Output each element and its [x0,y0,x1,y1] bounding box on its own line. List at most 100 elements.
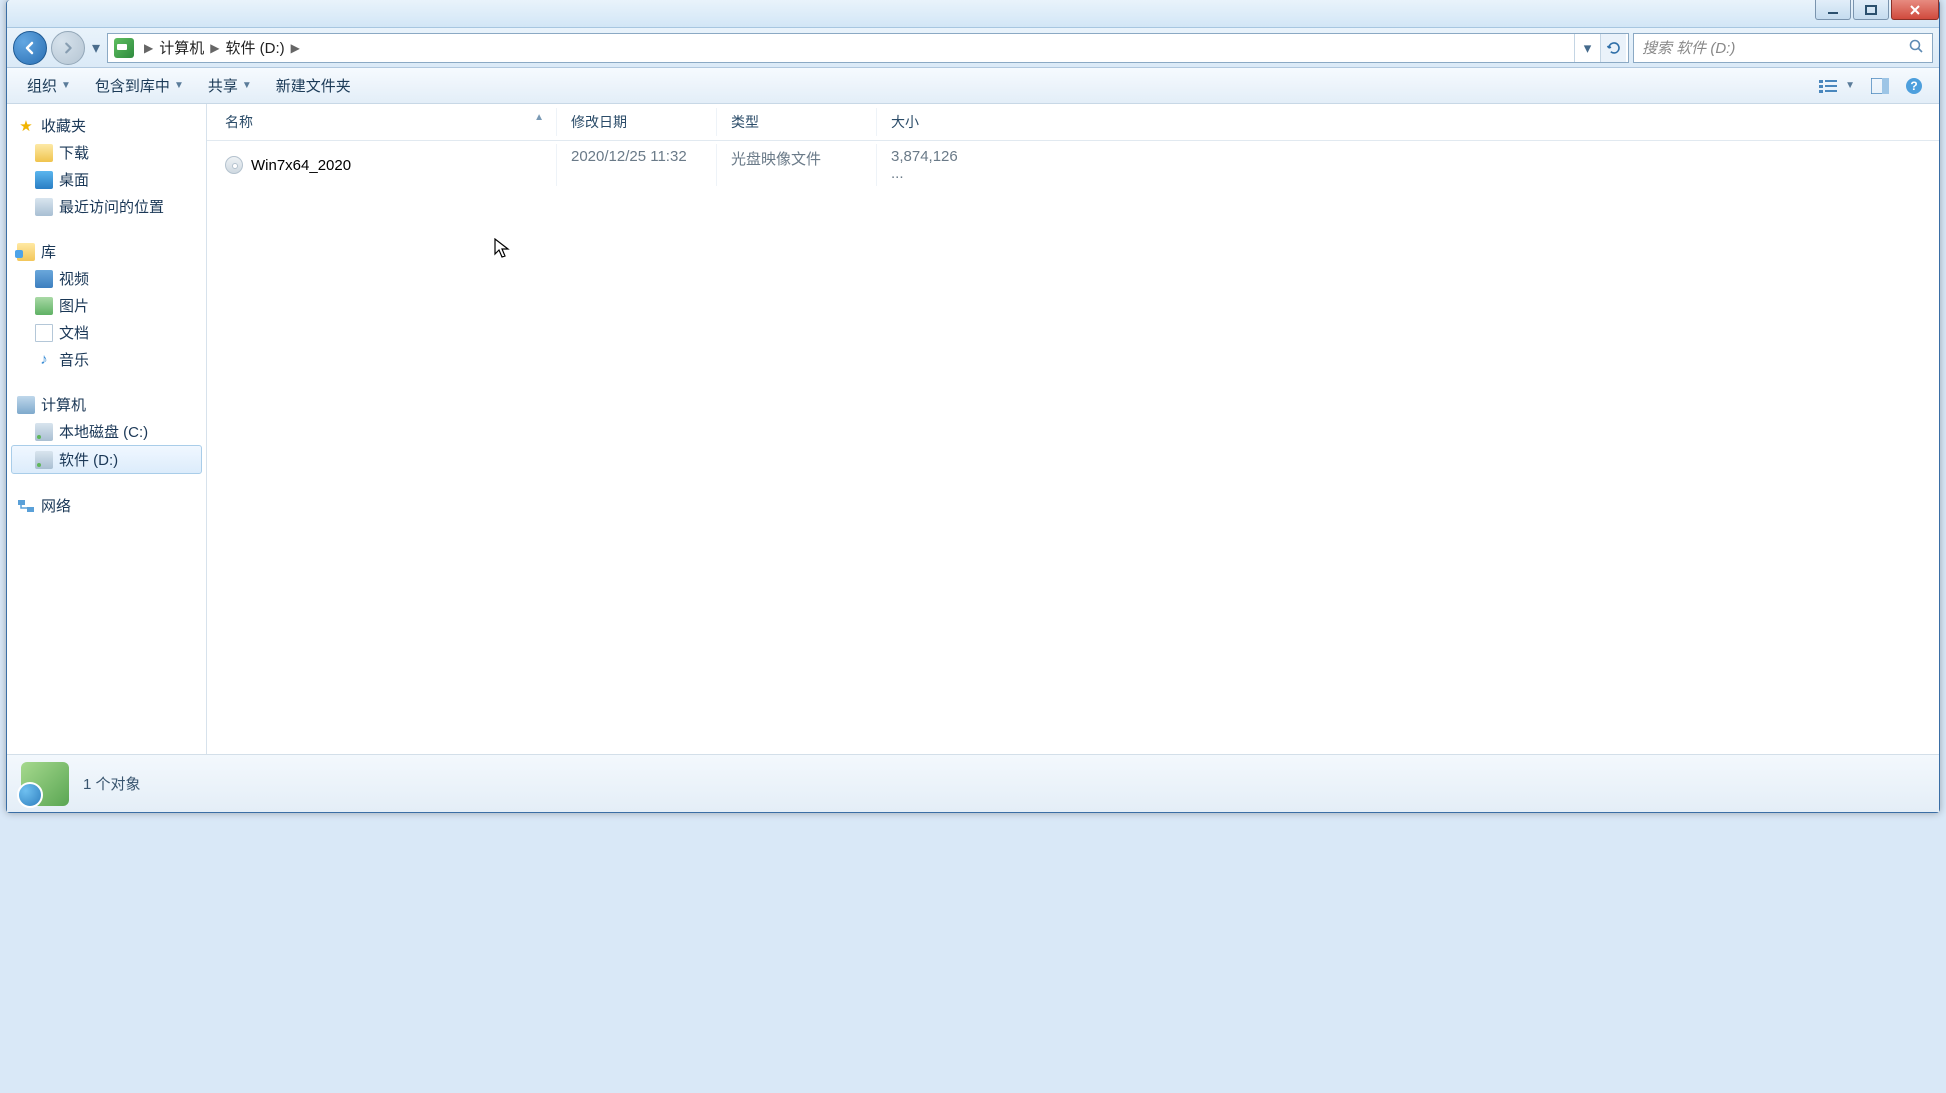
sidebar-label: 文档 [59,322,89,343]
status-bar: 1 个对象 [7,754,1939,812]
include-label: 包含到库中 [95,75,170,96]
sidebar-desktop[interactable]: 桌面 [11,166,202,193]
sidebar-documents[interactable]: 文档 [11,319,202,346]
chevron-down-icon: ▼ [1845,80,1855,91]
column-label: 大小 [891,114,919,130]
sidebar-downloads[interactable]: 下载 [11,139,202,166]
document-icon [35,324,53,342]
column-header-date[interactable]: 修改日期 [557,108,717,136]
address-dropdown-icon[interactable]: ▾ [1574,34,1600,62]
forward-button[interactable] [51,31,85,65]
star-icon: ★ [17,117,35,135]
breadcrumb-separator-icon[interactable]: ▶ [204,41,225,55]
close-button[interactable] [1891,0,1939,20]
music-icon: ♪ [35,351,53,369]
include-in-library-button[interactable]: 包含到库中 ▼ [85,71,194,100]
refresh-button[interactable] [1600,34,1626,62]
organize-button[interactable]: 组织 ▼ [17,71,81,100]
sidebar-network[interactable]: 网络 [11,492,202,519]
computer-icon [17,396,35,414]
sidebar-label: 图片 [59,295,89,316]
sidebar-label: 库 [41,241,56,262]
sidebar-recent[interactable]: 最近访问的位置 [11,193,202,220]
sidebar-pictures[interactable]: 图片 [11,292,202,319]
sidebar-computer[interactable]: 计算机 [11,391,202,418]
column-label: 名称 [225,114,253,130]
drive-icon [114,38,134,58]
toolbar: 组织 ▼ 包含到库中 ▼ 共享 ▼ 新建文件夹 ▼ ? [7,68,1939,104]
share-button[interactable]: 共享 ▼ [198,71,262,100]
sidebar-videos[interactable]: 视频 [11,265,202,292]
column-label: 修改日期 [571,114,627,130]
window-controls [1813,0,1939,20]
network-icon [17,497,35,515]
sidebar: ★ 收藏夹 下载 桌面 最近访问的位置 [7,104,207,754]
sidebar-label: 音乐 [59,349,89,370]
sidebar-label: 网络 [41,495,71,516]
mouse-cursor-icon [494,238,512,266]
sidebar-label: 桌面 [59,169,89,190]
preview-pane-button[interactable] [1865,74,1895,98]
file-date: 2020/12/25 11:32 [557,144,717,186]
chevron-down-icon: ▼ [242,80,252,91]
sidebar-label: 本地磁盘 (C:) [59,421,148,442]
new-folder-button[interactable]: 新建文件夹 [266,71,361,100]
breadcrumb-separator-icon: ▶ [138,41,159,55]
chevron-down-icon: ▼ [61,80,71,91]
column-headers: 名称 ▲ 修改日期 类型 大小 [207,104,1939,141]
sidebar-music[interactable]: ♪ 音乐 [11,346,202,373]
sidebar-label: 最近访问的位置 [59,196,164,217]
column-header-name[interactable]: 名称 ▲ [207,108,557,136]
recent-icon [35,198,53,216]
sidebar-label: 软件 (D:) [59,449,118,470]
drive-icon [35,451,53,469]
explorer-window: ▾ ▶ 计算机 ▶ 软件 (D:) ▶ ▾ 搜索 软件 (D:) 组织 ▼ [6,0,1940,813]
search-icon [1908,38,1924,58]
file-type: 光盘映像文件 [717,144,877,186]
search-input[interactable]: 搜索 软件 (D:) [1633,33,1933,63]
sort-asc-icon: ▲ [534,112,544,123]
svg-text:?: ? [1910,79,1917,93]
column-header-type[interactable]: 类型 [717,108,877,136]
chevron-down-icon: ▼ [174,80,184,91]
file-row[interactable]: Win7x64_2020 2020/12/25 11:32 光盘映像文件 3,8… [207,141,1939,189]
sidebar-label: 计算机 [41,394,86,415]
nav-row: ▾ ▶ 计算机 ▶ 软件 (D:) ▶ ▾ 搜索 软件 (D:) [7,28,1939,68]
sidebar-libraries[interactable]: 库 [11,238,202,265]
body: ★ 收藏夹 下载 桌面 最近访问的位置 [7,104,1939,754]
sidebar-label: 下载 [59,142,89,163]
picture-icon [35,297,53,315]
address-bar[interactable]: ▶ 计算机 ▶ 软件 (D:) ▶ ▾ [107,33,1629,63]
title-bar [7,0,1939,28]
column-header-size[interactable]: 大小 [877,108,987,136]
breadcrumb-drive[interactable]: 软件 (D:) [225,37,284,58]
back-button[interactable] [13,31,47,65]
desktop-icon [35,171,53,189]
minimize-button[interactable] [1815,0,1851,20]
drive-large-icon [21,762,69,806]
view-mode-button[interactable]: ▼ [1813,74,1861,98]
file-size: 3,874,126 ... [877,144,987,186]
breadcrumb-separator-icon[interactable]: ▶ [285,41,306,55]
iso-file-icon [225,156,243,174]
maximize-button[interactable] [1853,0,1889,20]
sidebar-drive-d[interactable]: 软件 (D:) [11,445,202,474]
folder-icon [35,144,53,162]
status-count: 1 个对象 [83,773,141,794]
sidebar-drive-c[interactable]: 本地磁盘 (C:) [11,418,202,445]
library-icon [17,243,35,261]
video-icon [35,270,53,288]
search-placeholder: 搜索 软件 (D:) [1642,37,1735,58]
organize-label: 组织 [27,75,57,96]
drive-icon [35,423,53,441]
newfolder-label: 新建文件夹 [276,75,351,96]
nav-history-dropdown[interactable]: ▾ [89,38,103,58]
share-label: 共享 [208,75,238,96]
sidebar-favorites[interactable]: ★ 收藏夹 [11,112,202,139]
sidebar-label: 收藏夹 [41,115,86,136]
file-name: Win7x64_2020 [251,157,351,174]
sidebar-label: 视频 [59,268,89,289]
breadcrumb-computer[interactable]: 计算机 [159,37,204,58]
help-button[interactable]: ? [1899,73,1929,99]
column-label: 类型 [731,114,759,130]
